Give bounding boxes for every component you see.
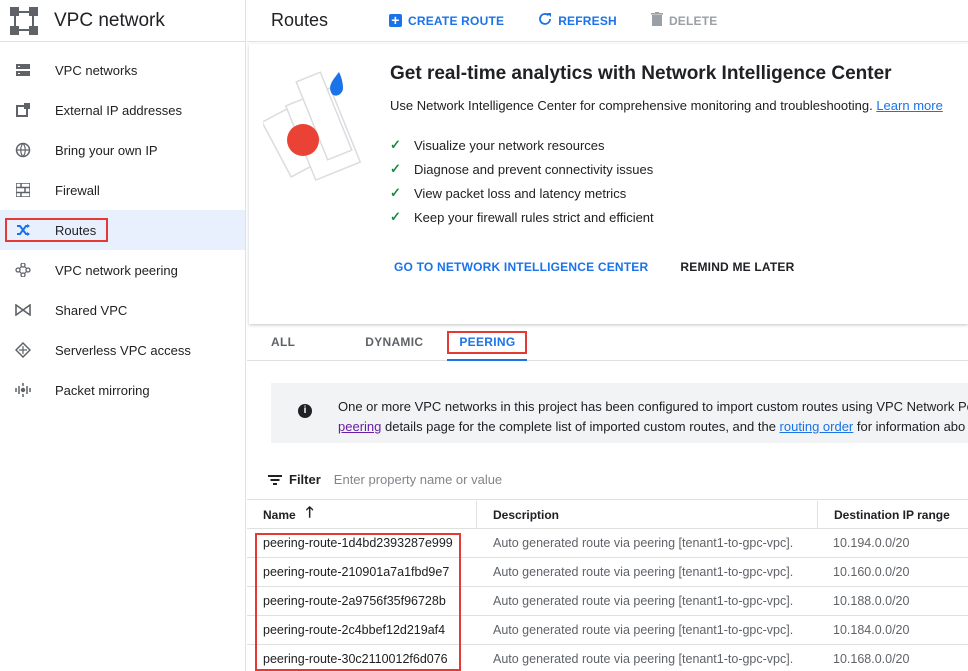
sidebar-item-firewall[interactable]: Firewall [0, 170, 245, 210]
peering-link[interactable]: peering [338, 419, 381, 434]
tab-dynamic[interactable]: DYNAMIC [341, 324, 447, 360]
tab-peering[interactable]: PEERING [447, 324, 528, 361]
page-title: Routes [271, 10, 329, 30]
routes-table: Name 🡑 Description Destination IP range … [247, 500, 968, 671]
feature-item: ✓ Keep your firewall rules strict and eff… [390, 205, 654, 229]
routes-highlight-box [5, 218, 108, 242]
filter-bar: Filter [247, 460, 968, 500]
promo-actions: GO TO NETWORK INTELLIGENCE CENTER REMIND… [394, 260, 827, 274]
sidebar-nav: VPC networks External IP addresses Bring… [0, 50, 245, 410]
info-line-2: peering details page for the complete li… [338, 417, 968, 437]
sort-ascending-icon[interactable]: 🡑 [306, 502, 314, 527]
route-description-cell: Auto generated route via peering [tenant… [493, 565, 794, 579]
sidebar-item-serverless-vpc-access[interactable]: Serverless VPC access [0, 330, 245, 370]
shared-vpc-icon [14, 301, 32, 319]
remind-me-later-button[interactable]: REMIND ME LATER [680, 260, 794, 274]
feature-item: ✓ View packet loss and latency metrics [390, 181, 654, 205]
feature-text: Keep your firewall rules strict and effi… [414, 209, 654, 225]
trash-icon [650, 12, 663, 29]
create-route-label: CREATE ROUTE [408, 13, 505, 28]
sidebar-item-vpc-network-peering[interactable]: VPC network peering [0, 250, 245, 290]
network-intelligence-promo-card: Get real-time analytics with Network Int… [249, 44, 968, 324]
sidebar-item-bring-your-own-ip[interactable]: Bring your own IP [0, 130, 245, 170]
delete-label: DELETE [668, 13, 718, 28]
sidebar-item-label: Firewall [55, 182, 100, 198]
go-to-network-intelligence-button[interactable]: GO TO NETWORK INTELLIGENCE CENTER [394, 260, 648, 274]
tab-all[interactable]: ALL [247, 324, 341, 360]
feature-text: Diagnose and prevent connectivity issues [414, 161, 654, 177]
firewall-icon [14, 181, 32, 199]
globe-icon [14, 141, 32, 159]
route-destination-cell: 10.184.0.0/20 [833, 623, 910, 637]
vpc-networks-icon [14, 61, 32, 79]
route-description-cell: Auto generated route via peering [tenant… [493, 652, 794, 666]
vpc-network-logo-icon [10, 6, 38, 35]
sidebar-item-label: Bring your own IP [55, 142, 158, 158]
sidebar-item-external-ip[interactable]: External IP addresses [0, 90, 245, 130]
sidebar-item-routes[interactable]: Routes [0, 210, 245, 250]
add-box-icon: + [389, 13, 402, 27]
external-ip-icon [14, 101, 32, 119]
info-line-2-middle: details page for the complete list of im… [381, 419, 780, 434]
sidebar-item-packet-mirroring[interactable]: Packet mirroring [0, 370, 245, 410]
filter-label: Filter [289, 472, 321, 487]
check-icon: ✓ [390, 185, 401, 200]
peering-icon [14, 261, 32, 279]
routing-order-link[interactable]: routing order [780, 419, 854, 434]
info-banner: i One or more VPC networks in this proje… [271, 383, 968, 443]
feature-text: Visualize your network resources [414, 137, 605, 153]
refresh-icon [538, 12, 552, 29]
sidebar-item-label: Serverless VPC access [55, 342, 191, 358]
top-toolbar: Routes + CREATE ROUTE REFRESH DELETE [247, 0, 968, 42]
peering-highlight-box [447, 331, 528, 354]
feature-item: ✓ Diagnose and prevent connectivity issue… [390, 157, 654, 181]
route-destination-cell: 10.160.0.0/20 [833, 565, 910, 579]
sidebar-item-label: Packet mirroring [55, 382, 150, 398]
sidebar-title: VPC network [54, 9, 165, 31]
learn-more-link[interactable]: Learn more [876, 98, 942, 113]
promo-description: Use Network Intelligence Center for comp… [390, 98, 943, 113]
feature-text: View packet loss and latency metrics [414, 185, 627, 201]
sidebar-item-label: External IP addresses [55, 102, 182, 118]
sidebar-item-shared-vpc[interactable]: Shared VPC [0, 290, 245, 330]
sidebar-item-label: VPC networks [55, 62, 138, 78]
table-header: Name 🡑 Description Destination IP range [247, 500, 968, 529]
filter-input[interactable] [333, 472, 734, 487]
filter-icon [268, 474, 282, 485]
check-icon: ✓ [390, 209, 401, 224]
route-destination-cell: 10.188.0.0/20 [833, 594, 910, 608]
create-route-button[interactable]: + CREATE ROUTE [389, 13, 505, 28]
promo-heading: Get real-time analytics with Network Int… [390, 63, 892, 84]
info-icon: i [298, 404, 312, 418]
info-line-2-end: for information abo [853, 419, 966, 434]
serverless-icon [14, 341, 32, 359]
column-header-name[interactable]: Name 🡑 [247, 502, 476, 527]
feature-item: ✓ Visualize your network resources [390, 133, 654, 157]
info-text: One or more VPC networks in this project… [338, 397, 968, 437]
route-destination-cell: 10.168.0.0/20 [833, 652, 910, 666]
route-description-cell: Auto generated route via peering [tenant… [493, 623, 794, 637]
column-header-description[interactable]: Description [476, 500, 817, 529]
sidebar-item-label: Shared VPC [55, 302, 128, 318]
route-description-cell: Auto generated route via peering [tenant… [493, 536, 794, 550]
delete-button[interactable]: DELETE [650, 12, 718, 29]
route-description-cell: Auto generated route via peering [tenant… [493, 594, 794, 608]
sidebar-item-label: VPC network peering [55, 262, 178, 278]
check-icon: ✓ [390, 137, 401, 152]
info-line-1: One or more VPC networks in this project… [338, 399, 968, 414]
refresh-button[interactable]: REFRESH [538, 12, 617, 29]
packet-mirroring-icon [14, 381, 32, 399]
sidebar-header: VPC network [0, 0, 245, 42]
check-icon: ✓ [390, 161, 401, 176]
route-destination-cell: 10.194.0.0/20 [833, 536, 910, 550]
route-names-highlight-box [255, 533, 461, 671]
promo-feature-list: ✓ Visualize your network resources ✓ Diagn… [390, 133, 654, 229]
refresh-label: REFRESH [558, 13, 617, 28]
route-type-tabs: ALL DYNAMIC PEERING [247, 324, 968, 361]
promo-illustration [261, 66, 373, 186]
sidebar: VPC network VPC networks External IP add… [0, 0, 246, 671]
promo-description-text: Use Network Intelligence Center for comp… [390, 98, 873, 113]
column-header-destination[interactable]: Destination IP range [817, 500, 967, 529]
sidebar-item-vpc-networks[interactable]: VPC networks [0, 50, 245, 90]
